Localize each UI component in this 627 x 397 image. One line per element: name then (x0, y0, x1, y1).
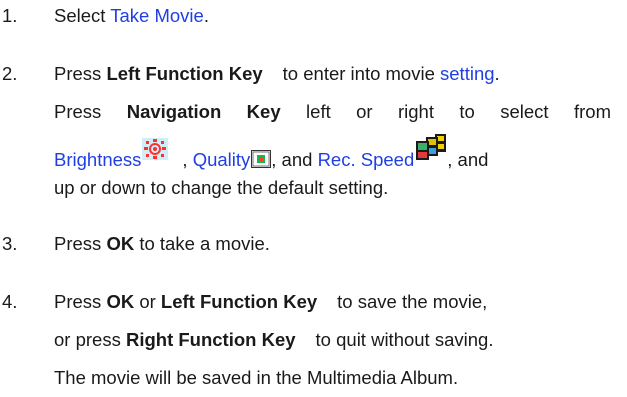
step-text: or press (54, 329, 126, 350)
right-function-key-label: Right Function Key (125, 329, 296, 350)
step-text: to enter into movie (282, 63, 441, 84)
step-1-line: Select Take Movie. (54, 0, 209, 32)
step-text: to take a movie. (139, 233, 270, 254)
navigation-key-label: Navigation Key (126, 101, 281, 122)
step-2-line-4: up or down to change the default setting… (54, 172, 388, 204)
quality-link[interactable]: Quality (193, 149, 251, 170)
rec-speed-link[interactable]: Rec. Speed (318, 149, 415, 170)
step-text: to save the movie, (337, 291, 488, 312)
step-text: , and (271, 149, 318, 170)
setting-link[interactable]: setting (440, 63, 495, 84)
step-text: up or down to change the default setting… (54, 177, 389, 198)
step-number: 2. (2, 63, 18, 84)
step-text: to quit without saving. (315, 329, 494, 350)
step-number: 3. (2, 233, 18, 254)
step-text: Press (54, 63, 107, 84)
step-number: 4. (2, 291, 18, 312)
step-text: Select (54, 5, 111, 26)
step-4-line-3: The movie will be saved in the Multimedi… (54, 362, 458, 394)
left-function-key-label: Left Function Key (106, 63, 263, 84)
step-text: . (494, 63, 500, 84)
left-function-key-label: Left Function Key (160, 291, 318, 312)
ok-key-label: OK (106, 233, 135, 254)
step-4-line-2: or press Right Function Key to quit witho… (54, 324, 493, 356)
step-2-line-2: Press Navigation Key left or right to se… (54, 96, 611, 128)
step-2-line-1: Press Left Function Key to enter into mov… (54, 58, 500, 90)
brightness-link[interactable]: Brightness (54, 149, 141, 170)
step-text: Press (54, 291, 107, 312)
step-text: . (203, 5, 209, 26)
step-text: Press (54, 101, 127, 122)
rec-speed-icon (415, 134, 447, 160)
brightness-icon (142, 138, 169, 160)
step-4-line-1: Press OK or Left Function Key to save the… (54, 286, 487, 318)
step-text: The movie will be saved in the Multimedi… (54, 367, 459, 388)
step-text: or (134, 291, 161, 312)
step-2-line-3: Brightness , Quality , and Rec. Speed , … (54, 134, 488, 170)
step-number: 1. (2, 5, 18, 26)
step-text: , (182, 149, 193, 170)
step-text: Press (54, 233, 107, 254)
step-text: , and (447, 149, 489, 170)
take-movie-link[interactable]: Take Movie (110, 5, 204, 26)
ok-key-label: OK (106, 291, 135, 312)
step-text: left or right to select from (306, 101, 611, 122)
step-3-line: Press OK to take a movie. (54, 228, 270, 260)
quality-icon (251, 150, 272, 168)
